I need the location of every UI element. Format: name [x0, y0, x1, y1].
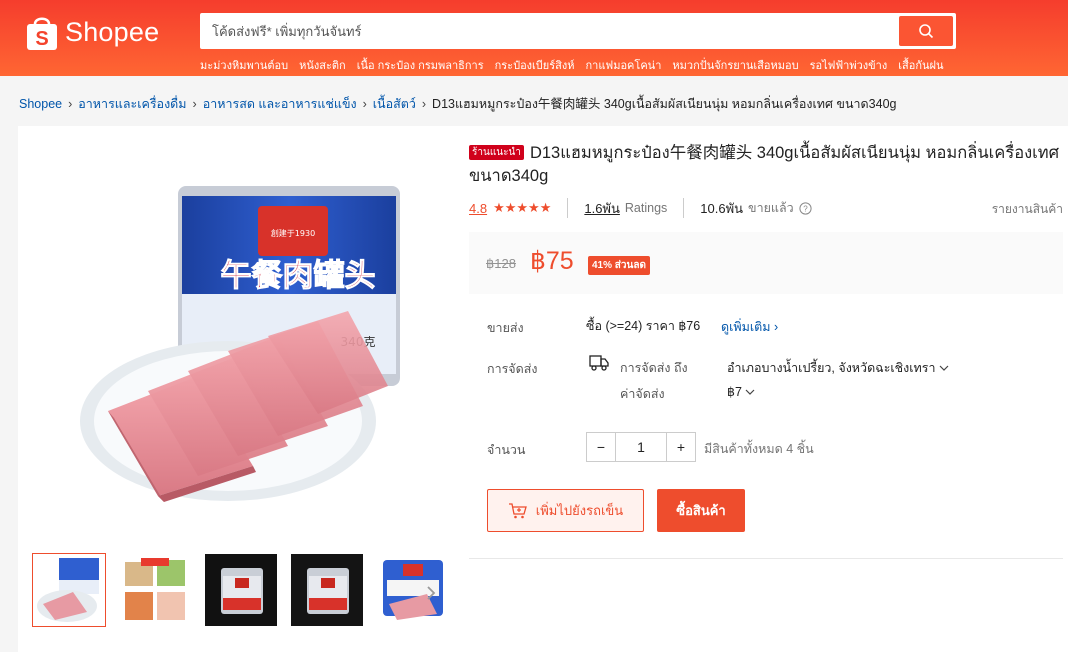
suggestion-link[interactable]: รอไฟฟ้าพ่วงข้าง: [810, 56, 888, 74]
search-icon: [919, 24, 934, 39]
original-price: ฿128: [486, 256, 516, 271]
breadcrumb-link[interactable]: อาหารสด และอาหารแช่แข็ง: [203, 97, 357, 111]
truck-icon: [589, 355, 609, 371]
image-label: 午餐肉罐头: [221, 258, 376, 294]
chevron-right-icon: ›: [362, 97, 367, 111]
next-image-button[interactable]: [420, 578, 442, 608]
suggestion-link[interactable]: หมวกปั่นจักรยานเสือหมอบ: [672, 56, 798, 74]
divider: [567, 198, 569, 218]
chevron-down-icon: [745, 389, 755, 395]
sold-label: ขายแล้ว: [748, 201, 794, 215]
shipping-fee: ฿7: [727, 385, 742, 399]
search-button[interactable]: [899, 16, 953, 46]
suggestion-link[interactable]: เสื้อกันฝน: [898, 56, 943, 74]
price-box: ฿128 ฿75 41% ส่วนลด: [469, 232, 1063, 294]
add-to-cart-label: เพิ่มไปยังรถเข็น: [535, 503, 624, 518]
chevron-right-icon: [427, 586, 436, 600]
report-product-link[interactable]: รายงานสินค้า: [992, 200, 1063, 219]
thumbnail-image: [205, 554, 277, 626]
thumbnail-2[interactable]: [118, 553, 192, 627]
thumbnail-4[interactable]: [290, 553, 364, 627]
wholesale-label: ขายส่ง: [487, 321, 524, 335]
buy-now-button[interactable]: ซื้อสินค้า: [657, 489, 745, 532]
quantity-input[interactable]: 1: [616, 432, 666, 462]
decrease-quantity-button[interactable]: −: [586, 432, 616, 462]
product-panel: 創建于1930 午餐肉罐头 340克: [18, 126, 1068, 652]
product-info: ร้านแนะนำ D13แฮมหมูกระป๋อง午餐肉罐头 340gเนื้อ…: [469, 142, 1063, 559]
add-to-cart-button[interactable]: เพิ่มไปยังรถเข็น: [487, 489, 644, 532]
search-input[interactable]: [204, 16, 894, 46]
shopping-bag-icon: S: [27, 17, 57, 50]
cart-plus-icon: [508, 502, 527, 518]
breadcrumb-current: D13แฮมหมูกระป๋อง午餐肉罐头 340gเนื้อสัมผัสเนี…: [432, 97, 897, 111]
search-suggestions: มะม่วงหิมพานต์อบ หนังสะติก เนื้อ กระป๋อง…: [200, 56, 943, 74]
shipping-label: การจัดส่ง: [487, 362, 538, 376]
rating-value[interactable]: 4.8: [469, 201, 487, 216]
chevron-right-icon: ›: [773, 320, 779, 334]
sale-price: ฿75: [530, 247, 574, 275]
breadcrumb-link[interactable]: Shopee: [19, 97, 62, 111]
minus-icon: −: [596, 439, 606, 455]
chevron-right-icon: ›: [68, 97, 73, 111]
thumbnail-image: [119, 554, 191, 626]
divider: [683, 198, 685, 218]
suggestion-link[interactable]: เนื้อ กระป๋อง กรมพลาธิการ: [357, 56, 484, 74]
shopee-logo[interactable]: S Shopee: [25, 13, 159, 51]
divider: [469, 558, 1063, 559]
product-image[interactable]: 創建于1930 午餐肉罐头 340克: [78, 176, 418, 516]
header: S Shopee มะม่วงหิมพานต์อบ หนังสะติก เนื้…: [0, 0, 1068, 76]
thumbnail-3[interactable]: [204, 553, 278, 627]
chevron-right-icon: ›: [192, 97, 197, 111]
shipping-to-label: การจัดส่ง ถึง: [620, 361, 688, 375]
thumbnail-image: [291, 554, 363, 626]
chevron-down-icon: [939, 365, 949, 371]
product-title-block: ร้านแนะนำ D13แฮมหมูกระป๋อง午餐肉罐头 340gเนื้อ…: [469, 142, 1063, 188]
ratings-label: Ratings: [624, 201, 668, 215]
wholesale-more-label: ดูเพิ่มเติม: [721, 320, 771, 334]
breadcrumb: Shopee › อาหารและเครื่องดื่ม › อาหารสด และอา…: [19, 93, 896, 114]
wholesale-more-link[interactable]: ดูเพิ่มเติม ›: [721, 317, 778, 337]
discount-badge: 41% ส่วนลด: [588, 256, 650, 275]
search-bar: [200, 13, 956, 49]
shipping-fee-label: ค่าจัดส่ง: [620, 387, 665, 401]
suggestion-link[interactable]: กาแฟมอคโคน่า: [585, 56, 661, 74]
wholesale-text: ซื้อ (>=24) ราคา ฿76: [586, 319, 701, 333]
product-title: D13แฮมหมูกระป๋อง午餐肉罐头 340gเนื้อสัมผัสเนี…: [469, 144, 1060, 185]
shipping-fee-select[interactable]: ฿7: [727, 384, 755, 399]
brand-year: 創建于1930: [271, 228, 315, 238]
thumbnail-image: [37, 558, 99, 622]
breadcrumb-link[interactable]: อาหารและเครื่องดื่ม: [78, 97, 186, 111]
svg-text:S: S: [35, 28, 48, 50]
increase-quantity-button[interactable]: +: [666, 432, 696, 462]
star-rating-icon: ★★★★★: [493, 200, 552, 215]
plus-icon: +: [676, 439, 686, 455]
stock-text: มีสินค้าทั้งหมด 4 ชิ้น: [704, 442, 814, 456]
rating-row: 4.8 ★★★★★ 1.6พัน Ratings 10.6พัน ขายแล้ว…: [469, 198, 1063, 218]
thumbnail-strip: [32, 553, 450, 627]
preferred-badge: ร้านแนะนำ: [469, 145, 524, 160]
shipping-destination: อำเภอบางน้ำเปรี้ยว, จังหวัดฉะเชิงเทรา: [727, 361, 936, 375]
suggestion-link[interactable]: หนังสะติก: [299, 56, 346, 74]
ratings-count[interactable]: 1.6พัน: [584, 198, 620, 219]
breadcrumb-link[interactable]: เนื้อสัตว์: [373, 97, 416, 111]
svg-text:?: ?: [803, 204, 808, 213]
thumbnail-1[interactable]: [32, 553, 106, 627]
suggestion-link[interactable]: มะม่วงหิมพานต์อบ: [200, 56, 288, 74]
brand-name: Shopee: [65, 16, 160, 47]
help-icon[interactable]: ?: [799, 201, 812, 215]
sold-count: 10.6พัน: [700, 200, 744, 216]
quantity-stepper: − 1 +: [586, 432, 696, 462]
chevron-right-icon: ›: [421, 97, 427, 111]
shipping-destination-select[interactable]: อำเภอบางน้ำเปรี้ยว, จังหวัดฉะเชิงเทรา: [727, 358, 949, 378]
quantity-label: จำนวน: [487, 443, 526, 457]
suggestion-link[interactable]: กระป๋องเบียร์สิงห์: [495, 56, 575, 74]
